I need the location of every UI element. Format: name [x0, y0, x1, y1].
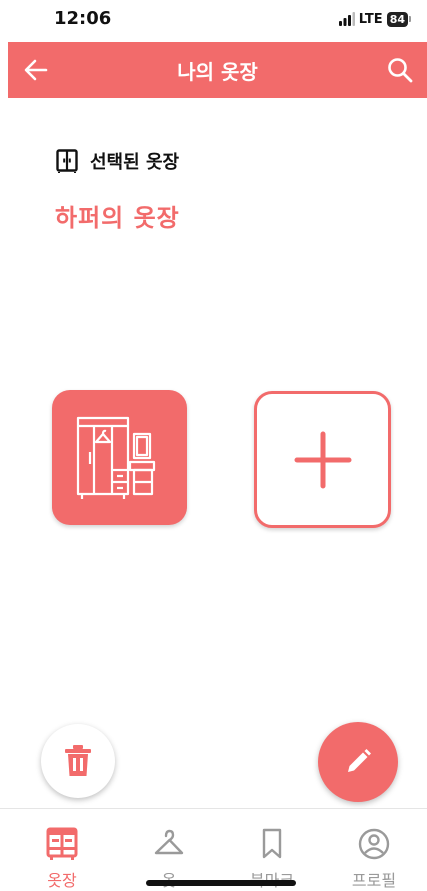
battery-tip: [409, 16, 411, 22]
wardrobe-icon: [56, 149, 78, 173]
selected-wardrobe-name: 하퍼의 옷장: [55, 204, 180, 232]
wardrobe-icon: [46, 827, 78, 860]
wardrobe-closet-icon: [76, 416, 156, 499]
signal-icon: [338, 12, 355, 26]
selected-wardrobe-label: 선택된 옷장: [90, 152, 180, 173]
home-indicator[interactable]: [146, 880, 296, 886]
nav-item-wardrobe[interactable]: 옷장: [22, 827, 102, 891]
nav-item-profile[interactable]: 프로필: [334, 827, 414, 891]
add-wardrobe-button[interactable]: [254, 391, 391, 528]
pencil-icon: [348, 749, 371, 772]
nav-label-wardrobe: 옷장: [47, 871, 77, 890]
nav-label-profile: 프로필: [351, 871, 397, 890]
page-title: 나의 옷장: [177, 60, 258, 84]
status-indicators: LTE 84: [338, 10, 411, 28]
selected-wardrobe-label-row: 선택된 옷장: [56, 148, 179, 174]
bottom-nav: 옷장 옷 북마크 프로필: [0, 808, 427, 891]
trash-icon: [65, 745, 91, 776]
profile-icon: [358, 828, 390, 860]
hanger-icon: [154, 829, 184, 855]
search-icon: [388, 58, 413, 83]
status-bar: 12:06 LTE 84: [0, 0, 427, 42]
plus-icon: [294, 431, 352, 489]
network-type: LTE: [358, 11, 383, 27]
battery-level: 84: [386, 11, 408, 27]
app-screen: 12:06 LTE 84 나의 옷장 선택된 옷장 하퍼의 옷장 옷장 프로필: [0, 0, 427, 891]
delete-button[interactable]: [41, 724, 115, 798]
battery-icon: 84: [386, 11, 411, 27]
search-button[interactable]: [385, 55, 415, 85]
edit-button[interactable]: [318, 722, 398, 802]
status-time: 12:06: [54, 8, 112, 29]
nav-label-bookmark: 북마크: [232, 867, 312, 891]
app-header: 나의 옷장: [8, 42, 427, 98]
bookmark-icon: [262, 828, 282, 859]
nav-label-clothes: 옷: [129, 867, 209, 891]
wardrobe-card[interactable]: [52, 390, 187, 525]
